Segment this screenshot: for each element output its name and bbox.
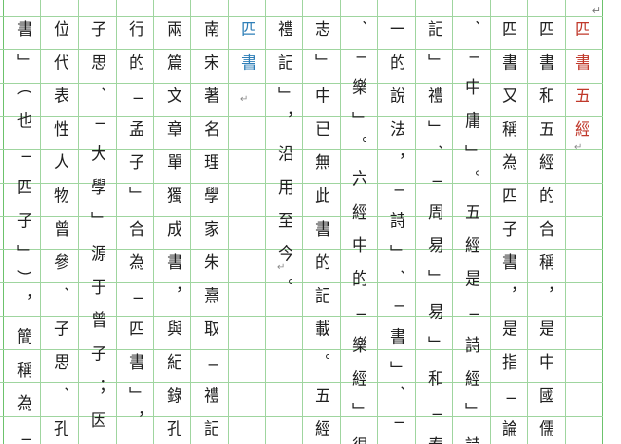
grid-vertical-line [565, 0, 566, 444]
paragraph-mark: ↵ [240, 94, 249, 105]
document-page: 四書五經 ↵ 四書和五經的合稱，是中國儒 四書又稱為四子書，是指「論語」、「孟 … [0, 0, 621, 444]
title-column: 四書五經 [572, 20, 589, 154]
grid-vertical-line [340, 0, 341, 444]
grid-vertical-line [527, 0, 528, 444]
grid-vertical-line [452, 0, 453, 444]
text-column: 一的說法，「詩」、「書」、「禮」、 [387, 20, 404, 444]
grid-vertical-line [265, 0, 266, 444]
grid-vertical-line [3, 0, 4, 444]
grid-vertical-line [190, 0, 191, 444]
grid-horizontal-line [0, 16, 603, 17]
paragraph-mark: ↵ [574, 142, 583, 153]
text-column: 南宋著名理學家朱熹取「禮記」中的 [201, 20, 218, 444]
grid-vertical-line [228, 0, 229, 444]
grid-vertical-line [116, 0, 117, 444]
text-column: 書」（也「四子」），簡稱為「四書」。東 [14, 20, 31, 444]
grid-vertical-line [153, 0, 154, 444]
text-column: 四書和五經的合稱，是中國儒 [536, 20, 553, 444]
text-column: 四書又稱為四子書，是指「論語」、「孟 [499, 20, 516, 444]
text-column: 、「樂」。六經中的「樂經」很早就亡佚 [349, 20, 366, 444]
text-column: 子思、「大學」源于曾子；因它們分別出 [88, 20, 105, 444]
text-column: 、「中庸」。五經是「詩經」詩」、「尚 [462, 20, 479, 444]
paragraph-mark: ↵ [277, 262, 286, 273]
text-column: 禮記」，沿用至今。 [275, 20, 292, 312]
grid-vertical-line [490, 0, 491, 444]
grid-vertical-line [78, 0, 79, 444]
text-column: 志」中已無此書的記載。五經中的「儀禮 [312, 20, 329, 444]
text-column: 位代表性人物曾參、子思、孔子、孟子， [51, 20, 68, 444]
text-column: 行的「孟子」合為「四書」，依照其想法 [126, 20, 143, 444]
subtitle-column: 四書 [238, 20, 255, 87]
return-mark: ↵ [591, 4, 601, 17]
grid-vertical-line [302, 0, 303, 444]
text-column: 記」禮」、「周易」易」和「春秋」。在 [425, 20, 442, 444]
grid-vertical-line [377, 0, 378, 444]
grid-vertical-line [40, 0, 41, 444]
text-column: 兩篇文章單獨成書，與紀錄孔子言行「論 [164, 20, 181, 444]
grid-vertical-line [415, 0, 416, 444]
grid-vertical-line [602, 0, 603, 444]
